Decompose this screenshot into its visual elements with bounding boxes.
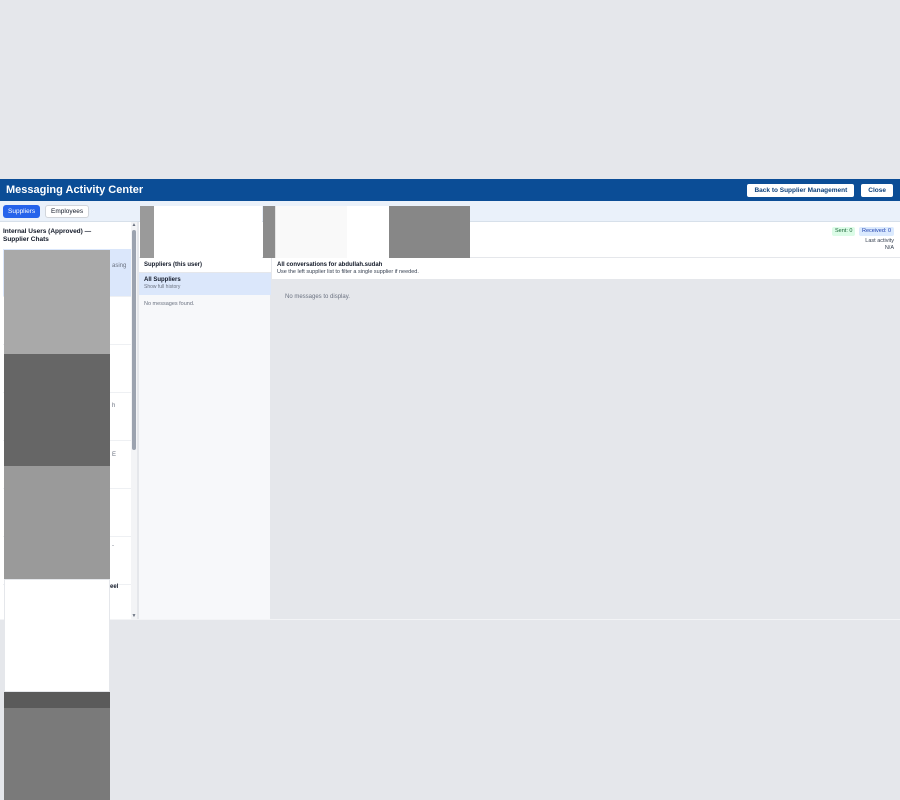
tab-suppliers[interactable]: Suppliers [3, 205, 41, 218]
list-item-fragment: E [112, 452, 117, 458]
supplier-list-panel: Suppliers (this user) All Suppliers Show… [139, 258, 271, 619]
redacted-block [154, 206, 262, 258]
redacted-block [4, 692, 110, 708]
sent-count-badge: Sent: 0 [832, 227, 856, 236]
all-suppliers-sublabel: Show full history [144, 284, 181, 290]
internal-users-title: Internal Users (Approved) — Supplier Cha… [3, 228, 92, 243]
redacted-block [263, 206, 275, 258]
supplier-empty-state: No messages found. [144, 301, 195, 307]
app-header: Messaging Activity Center Back to Suppli… [0, 179, 900, 201]
redacted-block [4, 579, 110, 692]
last-activity-value: N/A [884, 245, 894, 251]
scroll-up-icon[interactable]: ▲ [131, 222, 137, 228]
supplier-item-all[interactable]: All Suppliers Show full history [139, 273, 271, 295]
redacted-block [389, 206, 470, 258]
conversation-empty-state: No messages to display. [285, 294, 350, 300]
redacted-block [4, 250, 110, 354]
close-button[interactable]: Close [861, 183, 893, 197]
redacted-block [4, 708, 110, 800]
back-to-supplier-management-button[interactable]: Back to Supplier Management [747, 183, 855, 197]
redacted-block [140, 206, 154, 258]
conversation-body: No messages to display. [272, 280, 900, 619]
conversation-header: All conversations for abdullah.sudah Use… [272, 258, 900, 280]
received-count-badge: Received: 0 [859, 227, 895, 236]
conversation-title: All conversations for abdullah.sudah [277, 262, 383, 268]
redacted-block [4, 354, 110, 466]
scrollbar-thumb[interactable] [132, 230, 136, 450]
list-item-fragment: eel [110, 584, 119, 590]
list-item-fragment: - [112, 543, 114, 549]
list-item-fragment: asing [112, 263, 127, 269]
list-item-fragment: h [112, 403, 116, 409]
redacted-block [275, 206, 347, 258]
user-list-scrollbar[interactable]: ▲ ▼ [131, 222, 137, 619]
last-activity-label: Last activity [865, 238, 894, 244]
all-suppliers-label: All Suppliers [144, 277, 181, 283]
supplier-list-header: Suppliers (this user) [139, 258, 271, 273]
tab-employees[interactable]: Employees [45, 205, 90, 218]
redacted-block [347, 206, 389, 258]
redacted-block [4, 466, 110, 579]
conversation-subtitle: Use the left supplier list to filter a s… [277, 269, 419, 275]
app-title: Messaging Activity Center [6, 184, 144, 196]
divider [0, 619, 900, 620]
